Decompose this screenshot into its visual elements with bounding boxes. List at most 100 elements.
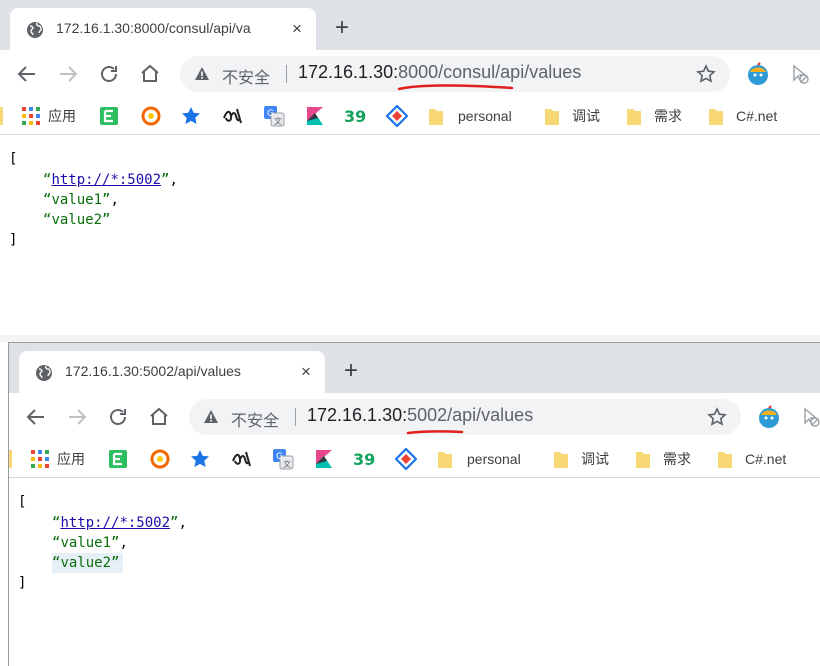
cursor-block-icon[interactable] xyxy=(799,405,820,429)
translate-icon: G 文 xyxy=(273,449,294,470)
bookmark-label: personal xyxy=(458,108,512,124)
bookmark-label: 应用 xyxy=(48,108,76,124)
bookmark-folder-csharp[interactable]: C#.net xyxy=(708,105,777,127)
diamond-icon xyxy=(395,448,417,470)
script-icon xyxy=(232,451,251,467)
json-close-bracket: ] xyxy=(9,232,18,248)
back-arrow-icon[interactable] xyxy=(24,405,48,429)
omnibox-divider xyxy=(295,408,296,426)
kibana-icon xyxy=(316,450,332,468)
tab-close-button[interactable]: × xyxy=(288,20,306,38)
json-link[interactable]: http://*:5002 xyxy=(60,515,170,531)
bookmark-39[interactable]: 39 xyxy=(353,448,377,470)
warning-icon xyxy=(204,410,218,423)
logo-39-icon: 39 xyxy=(353,450,375,469)
bookmark-star-icon[interactable] xyxy=(696,64,716,84)
bookmark-evernote[interactable] xyxy=(108,448,128,470)
bookmark-label: 应用 xyxy=(57,451,85,467)
bookmark-folder-debug[interactable]: 调试 xyxy=(544,105,600,127)
globe-icon xyxy=(36,365,52,381)
home-icon[interactable] xyxy=(147,405,171,429)
bookmark-grafana[interactable] xyxy=(141,105,161,127)
not-secure-label: 不安全 xyxy=(231,413,280,430)
bookmark-label: 需求 xyxy=(654,108,682,124)
script-icon xyxy=(223,108,242,124)
bookmark-folder-requirements[interactable]: 需求 xyxy=(626,105,682,127)
json-link[interactable]: http://*:5002 xyxy=(51,172,161,188)
bookmark-diamond[interactable] xyxy=(386,105,408,127)
extension-avatar-icon[interactable] xyxy=(757,405,781,429)
url-path: 5002/api/values xyxy=(407,405,534,425)
json-item-0: “http://*:5002”, xyxy=(43,172,178,188)
page-content: [ “http://*:5002”, “value1”, “value2” ] xyxy=(0,135,820,335)
bookmark-apps[interactable]: 应用 xyxy=(31,448,85,470)
star-icon xyxy=(182,107,200,124)
bookmark-script[interactable] xyxy=(222,105,244,127)
tab-close-button[interactable]: × xyxy=(297,363,315,381)
bookmark-label: 调试 xyxy=(572,108,600,124)
svg-text:39: 39 xyxy=(344,107,366,126)
bookmark-label: C#.net xyxy=(736,108,778,124)
reload-icon[interactable] xyxy=(97,62,121,86)
bookmark-label: personal xyxy=(467,451,521,467)
bookmark-folder-debug[interactable]: 调试 xyxy=(553,448,609,470)
apps-grid-icon xyxy=(31,450,49,468)
json-open-bracket: [ xyxy=(9,151,18,167)
tab-title: 172.16.1.30:8000/consul/api/va xyxy=(56,20,251,36)
tab-active[interactable]: 172.16.1.30:8000/consul/api/va × xyxy=(10,8,316,50)
warning-icon xyxy=(195,67,209,80)
bookmark-39[interactable]: 39 xyxy=(344,105,368,127)
folder-icon xyxy=(429,109,443,125)
bookmark-folder-personal[interactable]: personal xyxy=(437,448,521,470)
bookmark-kibana[interactable] xyxy=(305,105,325,127)
tab-strip: 172.16.1.30:5002/api/values × + xyxy=(9,343,820,393)
omnibox-divider xyxy=(286,65,287,83)
bookmark-label: 调试 xyxy=(581,451,609,467)
bookmark-overflow-stub xyxy=(0,107,3,125)
tab-strip: 172.16.1.30:8000/consul/api/va × + xyxy=(0,0,820,50)
screenshot-gap xyxy=(0,335,820,342)
bookmark-translate[interactable]: G 文 xyxy=(263,105,285,127)
bookmark-star-icon[interactable] xyxy=(707,407,727,427)
bookmark-star[interactable] xyxy=(190,448,210,470)
url-host: 172.16.1.30: xyxy=(307,405,408,425)
bookmark-grafana[interactable] xyxy=(150,448,170,470)
bookmark-apps[interactable]: 应用 xyxy=(22,105,76,127)
url-text[interactable]: 172.16.1.30:5002/api/values xyxy=(307,405,533,426)
annotation-underline xyxy=(397,84,514,91)
new-tab-button[interactable]: + xyxy=(344,359,358,383)
json-open-bracket: [ xyxy=(18,494,27,510)
folder-icon xyxy=(545,109,559,125)
folder-icon xyxy=(627,109,641,125)
bookmark-translate[interactable]: G 文 xyxy=(272,448,294,470)
bookmark-label: C#.net xyxy=(745,451,787,467)
bookmark-script[interactable] xyxy=(231,448,253,470)
new-tab-button[interactable]: + xyxy=(335,16,349,40)
url-host: 172.16.1.30: xyxy=(298,62,399,82)
forward-arrow-icon[interactable] xyxy=(56,62,80,86)
address-bar[interactable]: 不安全 172.16.1.30:5002/api/values xyxy=(189,399,741,435)
bookmark-kibana[interactable] xyxy=(314,448,334,470)
folder-icon xyxy=(438,452,452,468)
tab-active[interactable]: 172.16.1.30:5002/api/values × xyxy=(19,351,325,393)
browser-window-1: 172.16.1.30:8000/consul/api/va × + 不安全 1… xyxy=(0,0,820,335)
bookmark-folder-requirements[interactable]: 需求 xyxy=(635,448,691,470)
forward-arrow-icon[interactable] xyxy=(65,405,89,429)
bookmark-folder-personal[interactable]: personal xyxy=(428,105,512,127)
home-icon[interactable] xyxy=(138,62,162,86)
browser-window-2: 172.16.1.30:5002/api/values × + 不安全 172.… xyxy=(8,342,820,666)
json-item-2: “value2” xyxy=(43,212,111,228)
json-item-2-selected: “value2” xyxy=(52,553,124,573)
reload-icon[interactable] xyxy=(106,405,130,429)
bookmark-star[interactable] xyxy=(181,105,201,127)
bookmark-diamond[interactable] xyxy=(395,448,417,470)
json-item-1: “value1”, xyxy=(52,535,128,551)
apps-grid-icon xyxy=(22,107,40,125)
bookmark-folder-csharp[interactable]: C#.net xyxy=(717,448,786,470)
bookmark-evernote[interactable] xyxy=(99,105,119,127)
annotation-underline xyxy=(406,430,464,435)
cursor-block-icon[interactable] xyxy=(788,62,812,86)
back-arrow-icon[interactable] xyxy=(15,62,39,86)
diamond-icon xyxy=(386,105,408,127)
extension-avatar-icon[interactable] xyxy=(746,62,770,86)
